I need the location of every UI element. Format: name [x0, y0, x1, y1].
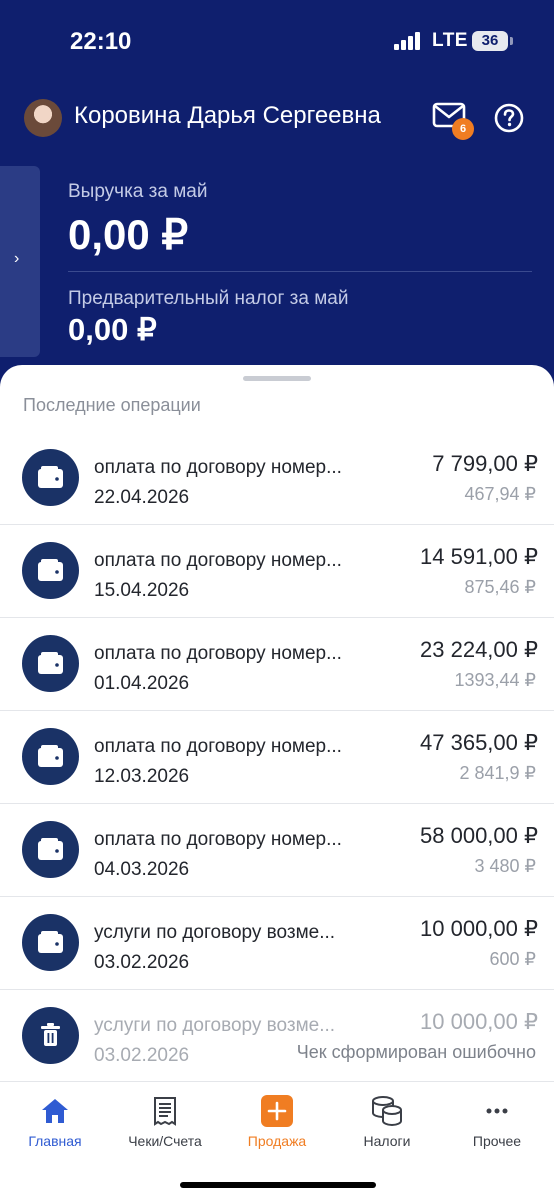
battery-tip [510, 37, 513, 45]
wallet-icon [22, 635, 79, 692]
operation-date: 01.04.2026 [94, 673, 190, 694]
tab-more[interactable]: Прочее [442, 1094, 552, 1156]
operation-title: услуги по договору возме... [94, 922, 336, 943]
status-time: 22:10 [70, 28, 132, 55]
operation-amount: 14 591,00 ₽ [420, 544, 538, 569]
tab-taxes-label: Налоги [363, 1133, 411, 1149]
signal-icon [394, 32, 424, 50]
operation-amount: 47 365,00 ₽ [420, 730, 538, 755]
tax-value: 0,00 ₽ [68, 312, 157, 347]
operation-title: оплата по договору номер... [94, 736, 342, 757]
operations-list: оплата по договору номер... 22.04.2026 7… [0, 432, 554, 1083]
operation-amount: 7 799,00 ₽ [432, 451, 538, 476]
status-bar: 22:10 LTE 36 [0, 0, 554, 84]
wallet-icon [22, 914, 79, 971]
battery-icon: 36 [472, 31, 508, 51]
expand-panel-tab[interactable]: › [0, 166, 40, 357]
divider [68, 271, 532, 272]
operation-tax: 600 ₽ [489, 949, 537, 969]
operation-title: оплата по договору номер... [94, 457, 342, 478]
wallet-icon [22, 542, 79, 599]
tab-taxes[interactable]: Налоги [332, 1094, 442, 1156]
wallet-icon [22, 449, 79, 506]
operation-title: оплата по договору номер... [94, 643, 342, 664]
operation-title: оплата по договору номер... [94, 829, 342, 850]
revenue-value: 0,00 ₽ [68, 211, 189, 258]
tab-sale[interactable]: Продажа [222, 1094, 332, 1156]
operation-date: 03.02.2026 [94, 952, 190, 973]
wallet-icon [22, 728, 79, 785]
avatar[interactable] [24, 99, 62, 137]
wallet-icon [22, 821, 79, 878]
operation-tax: 3 480 ₽ [474, 856, 537, 876]
chevron-right-icon: › [14, 250, 20, 267]
operation-title: оплата по договору номер... [94, 550, 342, 571]
sheet-drag-handle[interactable] [243, 376, 311, 381]
operation-status: Чек сформирован ошибочно [296, 1042, 536, 1062]
tab-home-label: Главная [28, 1133, 82, 1149]
operation-date: 04.03.2026 [94, 859, 190, 880]
coins-icon [332, 1094, 442, 1128]
revenue-label: Выручка за май [68, 181, 208, 202]
tab-more-label: Прочее [472, 1133, 522, 1149]
tab-receipts-label: Чеки/Счета [128, 1133, 202, 1149]
operation-date: 03.02.2026 [94, 1045, 190, 1066]
profile-name[interactable]: Коровина Дарья Сергеевна [74, 102, 381, 130]
operation-amount: 10 000,00 ₽ [420, 916, 538, 941]
operation-row[interactable]: оплата по договору номер... 22.04.2026 7… [0, 432, 554, 525]
operation-row[interactable]: услуги по договору возме... 03.02.2026 1… [0, 897, 554, 990]
operation-row[interactable]: оплата по договору номер... 01.04.2026 2… [0, 618, 554, 711]
operation-tax: 875,46 ₽ [464, 577, 536, 597]
operation-tax: 467,94 ₽ [464, 484, 536, 504]
tab-home[interactable]: Главная [0, 1094, 110, 1156]
trash-icon [22, 1007, 79, 1064]
operation-date: 12.03.2026 [94, 766, 190, 787]
operation-row-cancelled[interactable]: услуги по договору возме... 03.02.2026 1… [0, 990, 554, 1083]
operation-tax: 2 841,9 ₽ [459, 763, 536, 783]
operation-amount: 10 000,00 ₽ [420, 1009, 538, 1034]
operation-row[interactable]: оплата по договору номер... 12.03.2026 4… [0, 711, 554, 804]
more-dots-icon [442, 1094, 552, 1128]
tab-sale-label: Продажа [247, 1133, 307, 1149]
operation-row[interactable]: оплата по договору номер... 04.03.2026 5… [0, 804, 554, 897]
operations-title: Последние операции [23, 395, 201, 415]
receipt-icon [110, 1094, 220, 1128]
operation-date: 15.04.2026 [94, 580, 190, 601]
unread-badge: 6 [452, 118, 474, 140]
plus-icon [222, 1094, 332, 1128]
network-type: LTE [432, 30, 468, 51]
operation-title: услуги по договору возме... [94, 1015, 336, 1036]
home-indicator [180, 1182, 376, 1188]
operation-date: 22.04.2026 [94, 487, 190, 508]
operation-row[interactable]: оплата по договору номер... 15.04.2026 1… [0, 525, 554, 618]
tab-receipts[interactable]: Чеки/Счета [110, 1094, 220, 1156]
operation-amount: 58 000,00 ₽ [420, 823, 538, 848]
help-icon[interactable] [494, 103, 524, 133]
operation-amount: 23 224,00 ₽ [420, 637, 538, 662]
tax-label: Предварительный налог за май [68, 288, 349, 309]
operation-tax: 1393,44 ₽ [454, 670, 536, 690]
home-icon [0, 1094, 110, 1128]
